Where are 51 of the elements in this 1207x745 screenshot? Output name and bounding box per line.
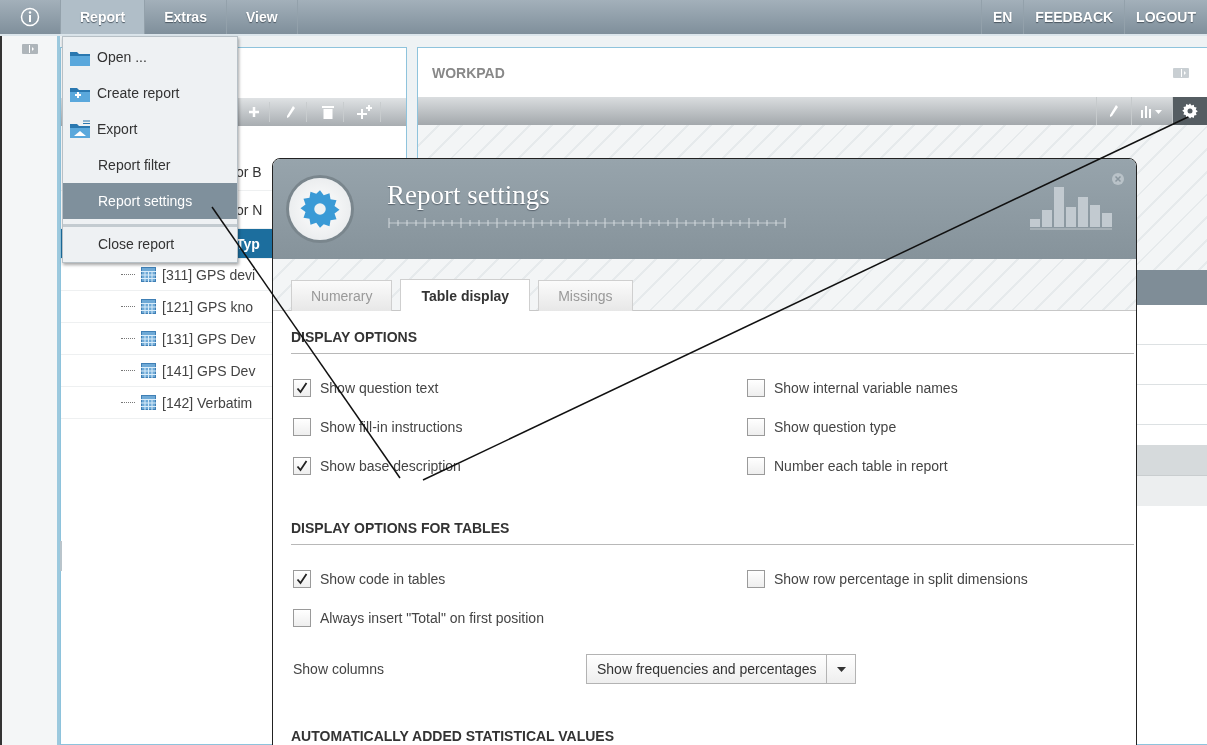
menu-item[interactable]: Export — [63, 111, 237, 147]
checkbox-label: Show row percentage in split dimensions — [774, 571, 1028, 587]
section-heading: DISPLAY OPTIONS FOR TABLES — [291, 502, 1134, 545]
section-heading: AUTOMATICALLY ADDED STATISTICAL VALUES — [291, 710, 1134, 745]
panel-toggle-icon[interactable] — [1173, 67, 1189, 78]
panel-title: WORKPAD — [432, 64, 505, 81]
checkbox[interactable] — [293, 418, 311, 436]
tree-label: [141] GPS Dev — [162, 362, 256, 379]
menu-item[interactable]: Close report — [63, 224, 237, 260]
table-icon — [141, 299, 156, 314]
tree-label: [142] Verbatim — [162, 394, 253, 411]
pencil-icon[interactable] — [286, 105, 296, 119]
table-icon — [141, 267, 156, 282]
checkbox-label: Always insert "Total" on first position — [320, 610, 544, 626]
menu-item[interactable]: Open ... — [63, 39, 237, 75]
checkbox[interactable] — [747, 457, 765, 475]
select-field[interactable]: Show frequencies and percentages — [586, 654, 857, 684]
plus-icon[interactable] — [248, 106, 260, 118]
table-icon — [141, 395, 156, 410]
settings-icon[interactable] — [1182, 103, 1198, 119]
info-icon[interactable] — [20, 7, 40, 27]
close-icon[interactable] — [1112, 173, 1124, 185]
trash-icon[interactable] — [322, 105, 334, 119]
checkbox-label: Show code in tables — [320, 571, 446, 587]
caret-icon — [837, 666, 846, 672]
folder-list-icon — [69, 119, 91, 139]
tree-label: [311] GPS devi — [162, 266, 256, 283]
checkbox[interactable] — [747, 379, 765, 397]
gear-icon — [289, 178, 351, 240]
checkbox-label: Number each table in report — [774, 458, 948, 474]
tree-label: [131] GPS Dev — [162, 330, 256, 347]
field-label: Show columns — [293, 661, 386, 677]
checkbox[interactable] — [293, 379, 311, 397]
checkbox[interactable] — [293, 457, 311, 475]
menu-item[interactable]: Create report — [63, 75, 237, 111]
panel-toggle-icon[interactable] — [21, 44, 38, 54]
checkbox[interactable] — [747, 570, 765, 588]
checkbox[interactable] — [293, 609, 311, 627]
checkbox[interactable] — [747, 418, 765, 436]
checkbox-label: Show internal variable names — [774, 380, 958, 396]
checkbox[interactable] — [293, 570, 311, 588]
dialog-title: Report settings — [387, 179, 551, 211]
checkbox-label: Show question type — [774, 419, 897, 435]
table-icon — [141, 363, 156, 378]
table-icon — [141, 331, 156, 346]
add-plus-icon[interactable] — [357, 105, 373, 119]
tree-label: [121] GPS kno — [162, 298, 254, 315]
tab[interactable]: Table display — [400, 279, 531, 311]
pencil-icon[interactable] — [1109, 104, 1119, 118]
menu-item[interactable]: Report filter — [63, 147, 237, 183]
chart-dropdown-icon[interactable] — [1140, 104, 1164, 118]
